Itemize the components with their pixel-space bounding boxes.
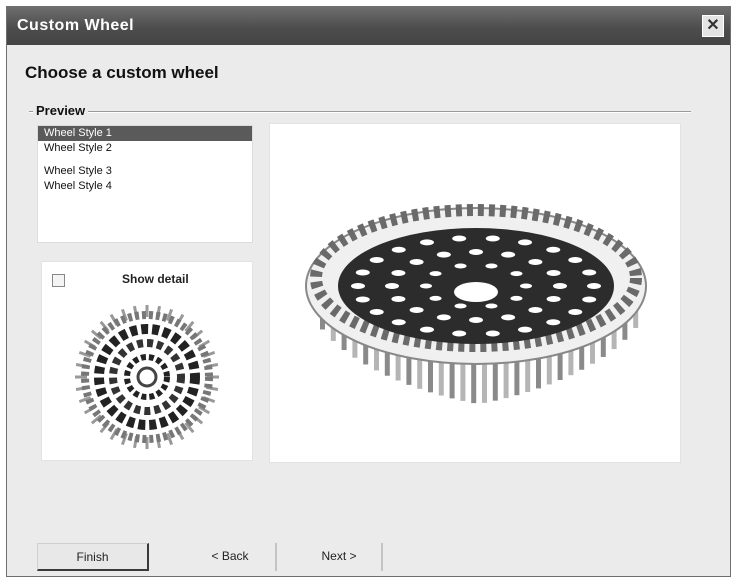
wheel-option-list[interactable]: Wheel Style 1 Wheel Style 2 Wheel Style … bbox=[37, 125, 253, 243]
list-item[interactable]: Wheel Style 2 bbox=[38, 141, 252, 156]
close-icon: ✕ bbox=[706, 17, 720, 34]
window-title: Custom Wheel bbox=[17, 17, 135, 34]
wizard-dialog: Custom Wheel ✕ Choose a custom wheel Pre… bbox=[6, 6, 731, 577]
wheel-preview-image bbox=[305, 204, 647, 404]
list-item[interactable]: Wheel Style 3 bbox=[38, 164, 252, 179]
finish-button[interactable]: Finish bbox=[37, 543, 149, 571]
page-heading: Choose a custom wheel bbox=[25, 63, 219, 82]
next-button[interactable]: Next > bbox=[297, 543, 383, 571]
wheel-preview-panel bbox=[269, 123, 681, 463]
detail-checkbox[interactable] bbox=[52, 274, 65, 287]
thumbnail-panel: Show detail bbox=[41, 261, 253, 461]
title-bar[interactable]: Custom Wheel ✕ bbox=[7, 7, 730, 45]
list-item[interactable]: Wheel Style 4 bbox=[38, 179, 252, 194]
list-item[interactable]: Wheel Style 1 bbox=[38, 126, 252, 141]
wheel-thumbnail-image bbox=[75, 305, 219, 449]
back-button[interactable]: < Back bbox=[185, 543, 277, 571]
close-button[interactable]: ✕ bbox=[702, 15, 724, 37]
group-divider bbox=[29, 111, 691, 113]
detail-checkbox-label: Show detail bbox=[122, 272, 189, 286]
group-label: Preview bbox=[33, 103, 89, 118]
